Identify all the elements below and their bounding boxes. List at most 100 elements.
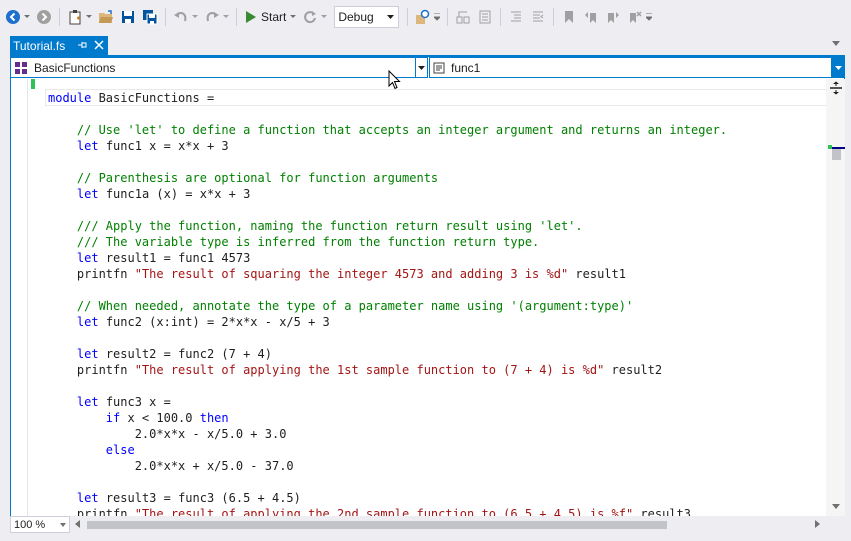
- back-icon[interactable]: [3, 6, 23, 28]
- bookmark-icon[interactable]: [559, 6, 579, 28]
- code-line[interactable]: let func1 x = x*x + 3: [48, 138, 727, 154]
- tab-label: Tutorial.fs: [13, 38, 66, 53]
- type-dropdown-button[interactable]: [415, 57, 428, 78]
- code-line[interactable]: // Parenthesis are optional for function…: [48, 170, 727, 186]
- code-line[interactable]: printfn "The result of applying the 2nd …: [48, 506, 727, 516]
- code-token: // Parenthesis are optional for function…: [76, 171, 439, 185]
- code-line[interactable]: [48, 378, 727, 394]
- code-line[interactable]: printfn "The result of applying the 1st …: [48, 362, 727, 378]
- code-line[interactable]: // When needed, annotate the type of a p…: [48, 298, 727, 314]
- editor-bottom-bar: 100 %: [10, 516, 845, 533]
- glyph-margin[interactable]: [11, 79, 28, 516]
- code-token: "The result of applying the 2nd sample f…: [134, 507, 634, 516]
- code-line[interactable]: /// Apply the function, naming the funct…: [48, 218, 727, 234]
- save-all-icon[interactable]: [140, 6, 160, 28]
- chevron-down-icon[interactable]: [832, 41, 840, 46]
- next-bookmark-icon[interactable]: [603, 6, 623, 28]
- code-token: "The result of applying the 1st sample f…: [134, 363, 605, 377]
- code-token: // Use 'let' to define a function that a…: [76, 123, 728, 137]
- code-line[interactable]: let func2 (x:int) = 2*x*x - x/5 + 3: [48, 314, 727, 330]
- scroll-down-icon[interactable]: [832, 504, 840, 509]
- indent-icon[interactable]: [506, 6, 526, 28]
- refresh-dropdown-icon[interactable]: [320, 14, 328, 19]
- redo-dropdown-icon[interactable]: [222, 14, 230, 19]
- code-line[interactable]: [48, 154, 727, 170]
- code-token: func1 x = x*x + 3: [98, 139, 229, 153]
- new-project-icon[interactable]: [65, 6, 85, 28]
- solution-config-select[interactable]: Debug: [334, 5, 400, 28]
- close-icon[interactable]: [94, 40, 104, 50]
- prev-bookmark-icon[interactable]: [581, 6, 601, 28]
- code-line[interactable]: if x < 100.0 then: [48, 410, 727, 426]
- refresh-icon[interactable]: [300, 6, 320, 28]
- member-dropdown[interactable]: func1: [429, 57, 832, 78]
- code-text[interactable]: module BasicFunctions = // Use 'let' to …: [48, 90, 727, 516]
- tab-tutorial-fs[interactable]: Tutorial.fs: [10, 36, 108, 55]
- code-line[interactable]: let func3 x =: [48, 394, 727, 410]
- start-dropdown-icon[interactable]: [289, 14, 297, 19]
- code-line[interactable]: // Use 'let' to define a function that a…: [48, 122, 727, 138]
- scroll-left-icon[interactable]: [75, 520, 80, 528]
- solution-explorer-icon[interactable]: [453, 6, 473, 28]
- code-line[interactable]: 2.0*x*x + x/5.0 - 37.0: [48, 458, 727, 474]
- open-folder-icon[interactable]: [96, 6, 116, 28]
- type-dropdown[interactable]: BasicFunctions: [11, 57, 416, 78]
- code-token: then: [199, 411, 229, 425]
- mouse-cursor-icon: [388, 70, 401, 90]
- code-token: else: [105, 443, 135, 457]
- code-token: let: [76, 315, 99, 329]
- code-line[interactable]: /// The variable type is inferred from t…: [48, 234, 727, 250]
- outdent-icon[interactable]: [528, 6, 548, 28]
- code-token: result2: [604, 363, 663, 377]
- scroll-right-icon[interactable]: [815, 520, 820, 528]
- clear-bookmarks-icon[interactable]: [625, 6, 645, 28]
- code-line[interactable]: let result3 = func3 (6.5 + 4.5): [48, 490, 727, 506]
- split-icon[interactable]: [829, 81, 843, 95]
- code-line[interactable]: printfn "The result of squaring the inte…: [48, 266, 727, 282]
- code-line[interactable]: else: [48, 442, 727, 458]
- vertical-scrollbar[interactable]: [826, 79, 845, 516]
- code-token: module: [48, 91, 92, 105]
- code-token: func2 (x:int) = 2*x*x - x/5 + 3: [98, 315, 330, 329]
- code-token: printfn: [48, 363, 135, 377]
- code-line[interactable]: module BasicFunctions =: [48, 90, 727, 106]
- zoom-select[interactable]: 100 %: [10, 516, 70, 533]
- redo-icon[interactable]: [202, 6, 222, 28]
- undo-dropdown-icon[interactable]: [191, 14, 199, 19]
- forward-icon[interactable]: [34, 6, 54, 28]
- code-line[interactable]: let func1a (x) = x*x + 3: [48, 186, 727, 202]
- code-line[interactable]: [48, 282, 727, 298]
- code-line[interactable]: [48, 106, 727, 122]
- code-token: /// Apply the function, naming the funct…: [76, 219, 583, 233]
- toolbar-overflow-icon[interactable]: [645, 12, 653, 21]
- pin-icon[interactable]: [77, 40, 87, 50]
- find-dropdown-icon[interactable]: [433, 12, 441, 21]
- new-project-dropdown-icon[interactable]: [85, 14, 93, 19]
- code-token: 2.0*x*x - x/5.0 + 3.0: [48, 427, 287, 441]
- document-tab-strip: Tutorial.fs: [0, 33, 851, 55]
- back-dropdown-icon[interactable]: [23, 14, 31, 19]
- code-line[interactable]: let result1 = func1 4573: [48, 250, 727, 266]
- code-line[interactable]: let result2 = func2 (7 + 4): [48, 346, 727, 362]
- navigation-bar: BasicFunctions func1: [10, 57, 845, 79]
- member-dropdown-button[interactable]: [832, 57, 845, 78]
- toolbar-separator: [59, 7, 60, 26]
- code-line[interactable]: [48, 202, 727, 218]
- code-token: let: [76, 187, 99, 201]
- find-icon[interactable]: [413, 6, 433, 28]
- code-line[interactable]: [48, 330, 727, 346]
- horizontal-scroll-thumb[interactable]: [87, 521, 667, 529]
- code-token: let: [76, 491, 99, 505]
- properties-icon[interactable]: [475, 6, 495, 28]
- undo-icon[interactable]: [171, 6, 191, 28]
- code-line[interactable]: 2.0*x*x - x/5.0 + 3.0: [48, 426, 727, 442]
- code-editor[interactable]: module BasicFunctions = // Use 'let' to …: [10, 79, 845, 516]
- code-line[interactable]: [48, 474, 727, 490]
- save-icon[interactable]: [118, 6, 138, 28]
- start-button[interactable]: Start: [241, 6, 290, 28]
- chevron-down-icon: [835, 65, 842, 70]
